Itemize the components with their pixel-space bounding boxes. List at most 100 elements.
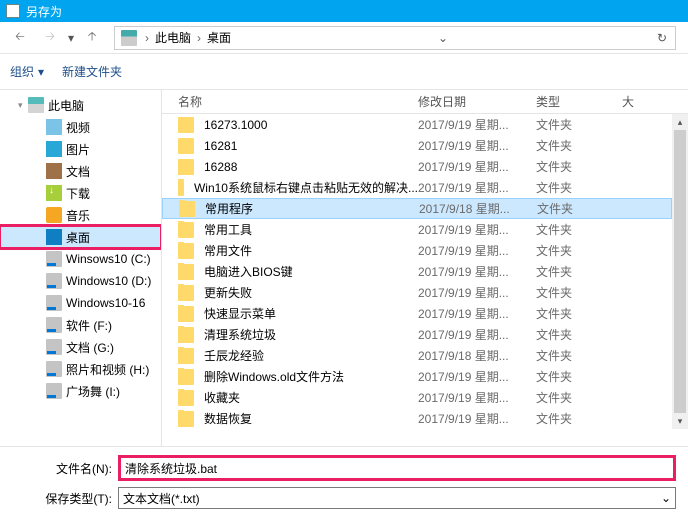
breadcrumb-desktop[interactable]: 桌面 xyxy=(203,27,235,49)
table-row[interactable]: 16273.10002017/9/19 星期...文件夹 xyxy=(162,114,672,135)
toolbar: 组织 ▾ 新建文件夹 xyxy=(0,54,688,90)
header-type[interactable]: 类型 xyxy=(536,93,616,110)
table-row[interactable]: 常用文件2017/9/19 星期...文件夹 xyxy=(162,240,672,261)
nav-bar: 🡠 🡢 ▾ 🡡 › 此电脑 › 桌面 ⌄ ↻ xyxy=(0,22,688,54)
sidebar-item-drive-13[interactable]: 广场舞 (I:) xyxy=(0,380,161,402)
drive-icon xyxy=(46,339,62,355)
sidebar-item-drive-9[interactable]: Windows10-16 xyxy=(0,292,161,314)
sidebar-item-desktop-6[interactable]: 桌面 xyxy=(0,226,161,248)
table-row[interactable]: 常用工具2017/9/19 星期...文件夹 xyxy=(162,219,672,240)
sidebar-item-video-1[interactable]: 视频 xyxy=(0,116,161,138)
pc-icon xyxy=(121,30,137,46)
header-size[interactable]: 大 xyxy=(616,93,688,110)
file-date: 2017/9/19 星期... xyxy=(418,221,536,238)
table-row[interactable]: 快速显示菜单2017/9/19 星期...文件夹 xyxy=(162,303,672,324)
window-title: 另存为 xyxy=(26,3,62,20)
sidebar-item-pc-0[interactable]: ▾此电脑 xyxy=(0,94,161,116)
address-bar[interactable]: › 此电脑 › 桌面 ⌄ ↻ xyxy=(114,26,676,50)
app-icon xyxy=(6,4,20,18)
savetype-label: 保存类型(T): xyxy=(0,490,118,507)
column-headers: 名称 修改日期 类型 大 xyxy=(162,90,688,114)
file-name: 16281 xyxy=(204,139,237,153)
file-type: 文件夹 xyxy=(536,326,616,343)
file-date: 2017/9/19 星期... xyxy=(418,263,536,280)
sidebar-item-label: 广场舞 (I:) xyxy=(66,383,120,400)
file-name: 更新失败 xyxy=(204,284,252,301)
back-button[interactable]: 🡠 xyxy=(8,26,32,50)
file-name: 收藏夹 xyxy=(204,389,240,406)
sidebar-item-drive-10[interactable]: 软件 (F:) xyxy=(0,314,161,336)
file-name: Win10系统鼠标右键点击粘贴无效的解决... xyxy=(194,179,418,196)
music-icon xyxy=(46,207,62,223)
table-row[interactable]: Win10系统鼠标右键点击粘贴无效的解决...2017/9/19 星期...文件… xyxy=(162,177,672,198)
file-date: 2017/9/19 星期... xyxy=(418,242,536,259)
breadcrumb-pc[interactable]: 此电脑 xyxy=(151,27,195,49)
breadcrumb-dropdown[interactable]: ⌄ xyxy=(432,31,454,45)
drive-icon xyxy=(46,251,62,267)
drive-icon xyxy=(46,295,62,311)
new-folder-button[interactable]: 新建文件夹 xyxy=(62,63,122,80)
sidebar-item-drive-8[interactable]: Windows10 (D:) xyxy=(0,270,161,292)
sidebar-item-label: 下载 xyxy=(66,185,90,202)
scroll-down-icon[interactable]: ▾ xyxy=(672,413,688,429)
file-list: 名称 修改日期 类型 大 16273.10002017/9/19 星期...文件… xyxy=(162,90,688,446)
sidebar-item-label: 图片 xyxy=(66,141,90,158)
table-row[interactable]: 壬辰龙经验2017/9/18 星期...文件夹 xyxy=(162,345,672,366)
table-row[interactable]: 数据恢复2017/9/19 星期...文件夹 xyxy=(162,408,672,429)
sidebar-item-label: Winsows10 (C:) xyxy=(66,252,151,266)
folder-icon xyxy=(178,117,194,133)
savetype-select[interactable]: 文本文档(*.txt) ⌄ xyxy=(118,487,676,509)
sidebar-item-drive-11[interactable]: 文档 (G:) xyxy=(0,336,161,358)
file-date: 2017/9/18 星期... xyxy=(419,200,537,217)
drive-icon xyxy=(46,361,62,377)
sidebar-item-label: 文档 (G:) xyxy=(66,339,114,356)
vertical-scrollbar[interactable]: ▴ ▾ xyxy=(672,114,688,429)
sidebar-item-dl-4[interactable]: 下载 xyxy=(0,182,161,204)
table-row[interactable]: 162812017/9/19 星期...文件夹 xyxy=(162,135,672,156)
folder-icon xyxy=(178,327,194,343)
folder-icon xyxy=(178,264,194,280)
sidebar-item-doc-3[interactable]: 文档 xyxy=(0,160,161,182)
sidebar-item-drive-12[interactable]: 照片和视频 (H:) xyxy=(0,358,161,380)
table-row[interactable]: 更新失败2017/9/19 星期...文件夹 xyxy=(162,282,672,303)
pic-icon xyxy=(46,141,62,157)
sidebar-item-label: 视频 xyxy=(66,119,90,136)
filename-input[interactable] xyxy=(118,455,676,481)
drive-icon xyxy=(46,273,62,289)
forward-button[interactable]: 🡢 xyxy=(38,26,62,50)
sidebar-item-music-5[interactable]: 音乐 xyxy=(0,204,161,226)
table-row[interactable]: 收藏夹2017/9/19 星期...文件夹 xyxy=(162,387,672,408)
up-button[interactable]: 🡡 xyxy=(80,26,104,50)
file-type: 文件夹 xyxy=(536,389,616,406)
file-type: 文件夹 xyxy=(536,305,616,322)
file-date: 2017/9/19 星期... xyxy=(418,368,536,385)
sidebar-item-pic-2[interactable]: 图片 xyxy=(0,138,161,160)
table-row[interactable]: 162882017/9/19 星期...文件夹 xyxy=(162,156,672,177)
file-date: 2017/9/19 星期... xyxy=(418,284,536,301)
sidebar-item-label: 桌面 xyxy=(66,229,90,246)
sidebar-item-label: 此电脑 xyxy=(48,97,84,114)
refresh-button[interactable]: ↻ xyxy=(651,31,673,45)
chevron-down-icon: ▾ xyxy=(38,65,44,79)
video-icon xyxy=(46,119,62,135)
header-name[interactable]: 名称 xyxy=(162,93,418,110)
history-dropdown[interactable]: ▾ xyxy=(68,31,74,45)
scroll-thumb[interactable] xyxy=(674,130,686,413)
table-row[interactable]: 删除Windows.old文件方法2017/9/19 星期...文件夹 xyxy=(162,366,672,387)
file-type: 文件夹 xyxy=(537,200,617,217)
table-row[interactable]: 清理系统垃圾2017/9/19 星期...文件夹 xyxy=(162,324,672,345)
header-date[interactable]: 修改日期 xyxy=(418,93,536,110)
organize-button[interactable]: 组织 ▾ xyxy=(10,63,44,80)
pc-icon xyxy=(28,97,44,113)
file-date: 2017/9/19 星期... xyxy=(418,326,536,343)
table-row[interactable]: 常用程序2017/9/18 星期...文件夹 xyxy=(162,198,672,219)
sidebar-item-label: 音乐 xyxy=(66,207,90,224)
folder-icon xyxy=(178,243,194,259)
chevron-right-icon[interactable]: › xyxy=(195,31,203,45)
file-type: 文件夹 xyxy=(536,116,616,133)
chevron-right-icon[interactable]: › xyxy=(143,31,151,45)
sidebar-item-drive-7[interactable]: Winsows10 (C:) xyxy=(0,248,161,270)
table-row[interactable]: 电脑进入BIOS键2017/9/19 星期...文件夹 xyxy=(162,261,672,282)
scroll-up-icon[interactable]: ▴ xyxy=(672,114,688,130)
file-name: 壬辰龙经验 xyxy=(204,347,264,364)
